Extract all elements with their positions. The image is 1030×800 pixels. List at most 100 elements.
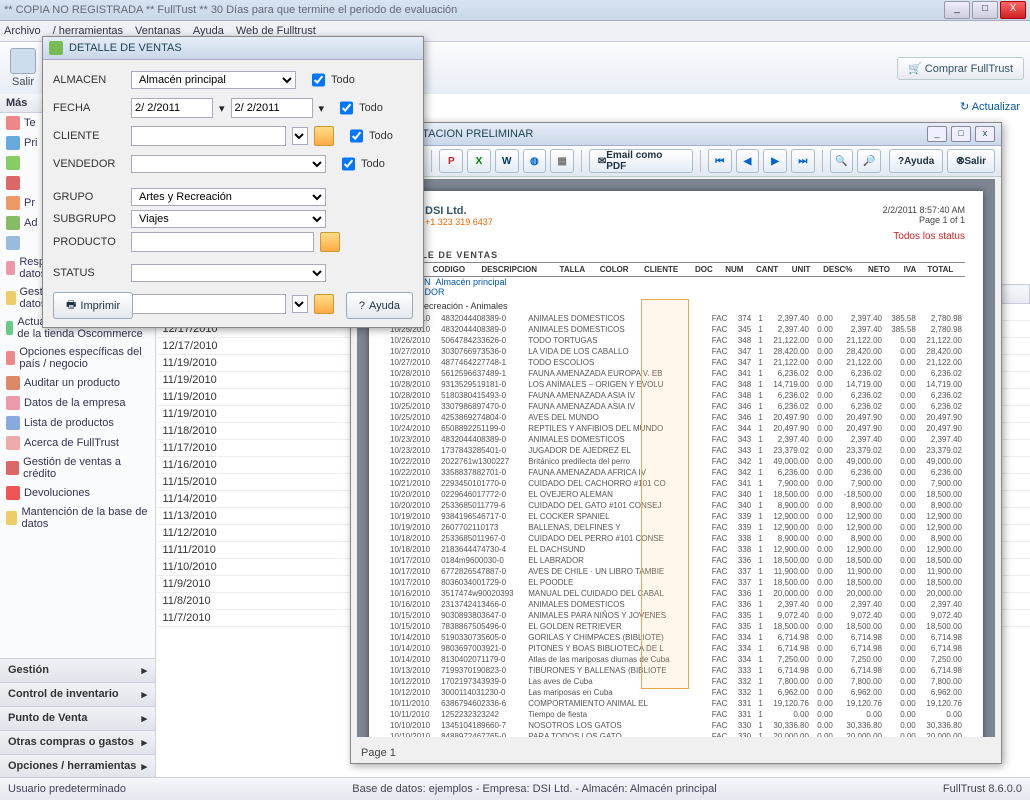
vendedor-select[interactable] (131, 155, 326, 173)
report-row: 10/11/20106386794602336-6COMPORTAMIENTO … (387, 698, 965, 709)
report-col: CODIGO (430, 263, 479, 277)
sidebar-item[interactable]: Devoluciones (0, 483, 155, 503)
fecha-hasta-input[interactable] (231, 98, 313, 118)
report-row: 10/10/20108488972467765-0PARA TODOS LOS … (387, 731, 965, 737)
chevron-right-icon: ▸ (141, 664, 147, 677)
sidebar-item-label: Lista de productos (24, 417, 114, 429)
cliente-lookup-button[interactable] (314, 126, 334, 146)
first-page-icon[interactable]: ⏮ (708, 149, 732, 173)
report-row: 10/16/20102313742413466-0ANIMALES DOMEST… (387, 599, 965, 610)
detalle-dialog: DETALLE DE VENTAS ALMACEN Almacén princi… (42, 36, 424, 328)
sidebar-item-label: Acerca de FullTrust (24, 437, 119, 449)
menu-archivo[interactable]: Archivo (4, 25, 41, 37)
sidebar-item[interactable]: Acerca de FullTrust (0, 433, 155, 453)
sidebar-item-icon (6, 461, 19, 475)
accordion-section[interactable]: Gestión▸ (0, 658, 155, 682)
sidebar-item-label: Devoluciones (24, 487, 90, 499)
accordion-section[interactable]: Control de inventario▸ (0, 682, 155, 706)
sidebar-item-icon (6, 376, 20, 390)
preview-min-button[interactable]: _ (927, 126, 947, 142)
comprar-button[interactable]: 🛒 Comprar FullTrust (897, 57, 1024, 80)
status-version: FullTrust 8.6.0.0 (943, 783, 1022, 795)
sidebar-item-label: Opciones específicas del país / negocio (19, 346, 149, 370)
company-phone: +1 323 319 6437 (425, 217, 493, 227)
producto-input[interactable] (131, 232, 314, 252)
report-col: TOTAL (924, 263, 965, 277)
report-col: TALLA (557, 263, 597, 277)
grid-icon[interactable]: ▦ (550, 149, 574, 173)
pdf-icon[interactable]: P (439, 149, 463, 173)
sidebar-item[interactable]: Gestión de ventas a crédito (0, 453, 155, 483)
report-row: 10/19/20109384196546717-0EL COCKER SPANI… (387, 511, 965, 522)
preview-salir-button[interactable]: ⮿ Salir (947, 149, 995, 173)
last-page-icon[interactable]: ⏭ (791, 149, 815, 173)
chevron-right-icon: ▸ (141, 736, 147, 749)
email-pdf-button[interactable]: ✉ Email como PDF (589, 149, 693, 173)
vendedor-todo-checkbox[interactable] (342, 155, 355, 173)
preview-window: PRESENTACION PRELIMINAR _ □ x 🖶 Imprimir… (350, 122, 1002, 764)
sidebar-item-icon (6, 321, 13, 335)
cliente-todo-checkbox[interactable] (350, 127, 363, 145)
report-row: 10/17/20100184m9600030-0EL LABRADORFAC33… (387, 555, 965, 566)
close-button[interactable]: X (1000, 1, 1026, 19)
subgrupo-select[interactable]: Viajes (131, 210, 326, 228)
report-row: 10/28/20105180380415493-0FAUNA AMENAZADA… (387, 390, 965, 401)
fecha-todo-checkbox[interactable] (340, 99, 353, 117)
sidebar-item-label: Gestión de ventas a crédito (23, 456, 149, 480)
cliente-dd[interactable] (292, 127, 308, 145)
detalle-title: DETALLE DE VENTAS (69, 42, 182, 54)
almacen-todo-checkbox[interactable] (312, 71, 325, 89)
preview-canvas[interactable]: DSI Ltd. +1 323 319 6437 2/2/2011 8:57:4… (357, 179, 995, 737)
word-icon[interactable]: W (495, 149, 519, 173)
report-row: 10/20/20100229646017772-0EL OVEJERO ALEM… (387, 489, 965, 500)
report-row: 10/17/20108036034001729-0EL POODLEFAC337… (387, 577, 965, 588)
sidebar-item[interactable]: Datos de la empresa (0, 393, 155, 413)
sidebar-item-label: Ad (24, 217, 37, 229)
detalle-titlebar[interactable]: DETALLE DE VENTAS (43, 37, 423, 60)
actualizar-link[interactable]: ↻ Actualizar (960, 100, 1020, 113)
producto-lookup-button[interactable] (320, 232, 340, 252)
sidebar-item[interactable]: Lista de productos (0, 413, 155, 433)
report-page: DSI Ltd. +1 323 319 6437 2/2/2011 8:57:4… (369, 191, 983, 737)
sidebar-item-icon (6, 486, 20, 500)
report-row: 10/23/20104832044408389-0ANIMALES DOMEST… (387, 313, 965, 324)
report-row: 10/18/20102533685011967-0CUIDADO DEL PER… (387, 533, 965, 544)
accordion-section[interactable]: Punto de Venta▸ (0, 706, 155, 730)
preview-max-button[interactable]: □ (951, 126, 971, 142)
sidebar-item-icon (6, 416, 20, 430)
preview-titlebar[interactable]: PRESENTACION PRELIMINAR _ □ x (351, 123, 1001, 146)
status-select[interactable] (131, 264, 326, 282)
ayuda-button[interactable]: ? Ayuda (346, 292, 413, 319)
report-row: 10/19/20102607702110173BALLENAS, DELFINE… (387, 522, 965, 533)
report-row: 10/26/20105064784233626-0TODO TORTUGASFA… (387, 335, 965, 346)
preview-close-button[interactable]: x (975, 126, 995, 142)
sidebar-item-label: Mantención de la base de datos (21, 506, 149, 530)
imprimir-button[interactable]: 🖶 Imprimir (53, 292, 133, 319)
globe-icon[interactable]: ◍ (523, 149, 547, 173)
cliente-input[interactable] (131, 126, 286, 146)
next-page-icon[interactable]: ▶ (763, 149, 787, 173)
preview-toolbar: 🖶 Imprimir P X W ◍ ▦ ✉ Email como PDF ⏮ … (351, 146, 1001, 177)
grupo-select[interactable]: Artes y Recreación (131, 188, 326, 206)
accordion-section[interactable]: Otras compras o gastos▸ (0, 730, 155, 754)
zoom-in-icon[interactable]: 🔍 (830, 149, 854, 173)
zoom-out-icon[interactable]: 🔎 (857, 149, 881, 173)
minimize-button[interactable]: _ (944, 1, 970, 19)
prev-page-icon[interactable]: ◀ (736, 149, 760, 173)
accordion-section[interactable]: Opciones / herramientas▸ (0, 754, 155, 778)
almacen-select[interactable]: Almacén principal (131, 71, 296, 89)
preview-page-label: Page 1 (361, 747, 396, 759)
sidebar-item-icon (6, 196, 20, 210)
sidebar-item-label: Auditar un producto (24, 377, 120, 389)
sidebar-item[interactable]: Opciones específicas del país / negocio (0, 343, 155, 373)
status-db: Base de datos: ejemplos - Empresa: DSI L… (156, 783, 913, 795)
salir-button[interactable]: Salir (6, 46, 40, 90)
fecha-desde-input[interactable] (131, 98, 213, 118)
preview-ayuda-button[interactable]: ? Ayuda (889, 149, 943, 173)
excel-icon[interactable]: X (467, 149, 491, 173)
report-row: 10/12/20103000114031230-0Las mariposas e… (387, 687, 965, 698)
all-status: Todos los status (883, 231, 965, 242)
sidebar-item[interactable]: Auditar un producto (0, 373, 155, 393)
maximize-button[interactable]: □ (972, 1, 998, 19)
sidebar-item[interactable]: Mantención de la base de datos (0, 503, 155, 533)
